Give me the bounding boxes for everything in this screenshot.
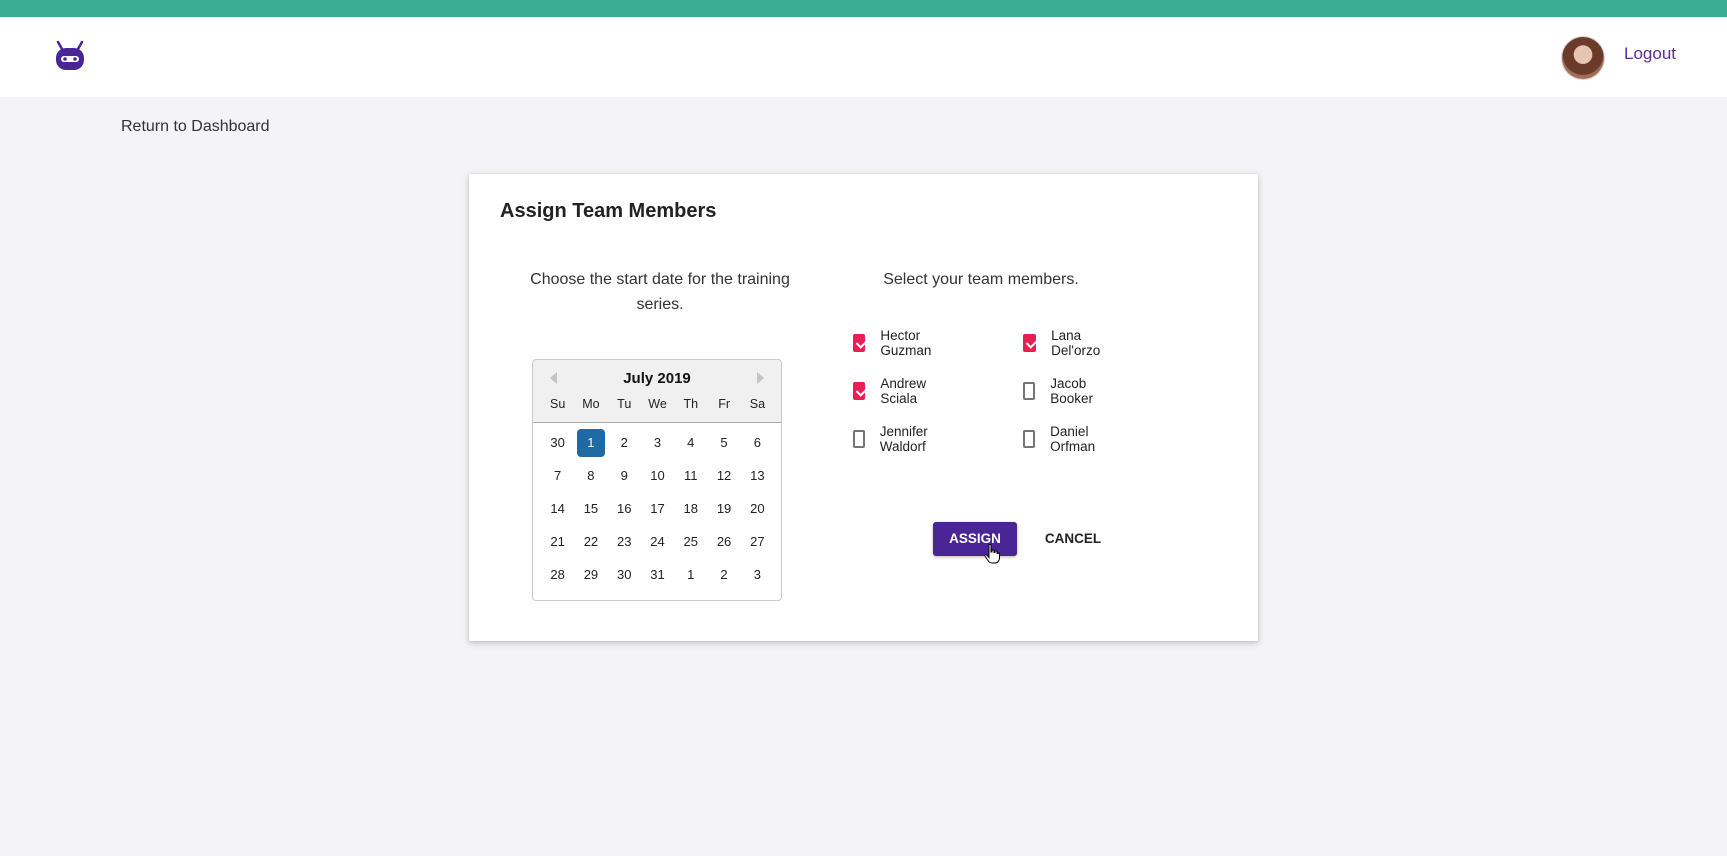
calendar-day[interactable]: 24 [643, 528, 671, 556]
calendar-day[interactable]: 18 [677, 495, 705, 523]
member-checkbox-row[interactable]: Andrew Sciala [853, 376, 932, 406]
weekday-label: Mo [582, 397, 600, 411]
calendar-day[interactable]: 28 [544, 561, 572, 589]
app-header: Logout [0, 17, 1727, 97]
calendar-month-label: July 2019 [623, 370, 691, 387]
member-checkbox-row[interactable]: Daniel Orfman [1023, 424, 1101, 454]
member-checkbox-row[interactable]: Lana Del'orzo [1023, 328, 1105, 358]
calendar-day[interactable]: 2 [610, 429, 638, 457]
calendar-week-row: 30 1 2 3 4 5 6 [541, 429, 774, 462]
weekday-label: Sa [749, 397, 766, 411]
members-instruction: Select your team members. [883, 271, 1079, 288]
calendar-day[interactable]: 4 [677, 429, 705, 457]
calendar-days-grid: 30 1 2 3 4 5 6 7 8 9 10 11 12 13 14 15 1… [541, 429, 774, 594]
user-avatar-icon[interactable] [1562, 37, 1604, 79]
return-to-dashboard-link[interactable]: Return to Dashboard [121, 118, 270, 136]
calendar-day[interactable]: 11 [677, 462, 705, 490]
member-name: Lana Del'orzo [1051, 328, 1101, 358]
top-accent-bar [0, 0, 1727, 17]
weekday-label: Fr [718, 397, 731, 411]
calendar-header: July 2019 Su Mo Tu We Th Fr Sa [533, 360, 781, 423]
calendar-day[interactable]: 15 [577, 495, 605, 523]
chevron-right-icon[interactable] [757, 372, 764, 384]
hand-pointer-cursor-icon [984, 544, 1000, 564]
calendar-day-selected[interactable]: 1 [576, 429, 605, 457]
calendar-day[interactable]: 13 [743, 462, 771, 490]
calendar-day[interactable]: 23 [610, 528, 638, 556]
member-checkbox-row[interactable]: Hector Guzman [853, 328, 937, 358]
calendar-day[interactable]: 30 [610, 561, 638, 589]
calendar-day[interactable]: 22 [577, 528, 605, 556]
member-checkbox-row[interactable]: Jennifer Waldorf [853, 424, 934, 454]
calendar-day[interactable]: 2 [710, 561, 738, 589]
cancel-button[interactable]: CANCEL [1035, 522, 1111, 556]
calendar-day[interactable]: 29 [577, 561, 605, 589]
weekday-label: Tu [617, 397, 632, 411]
weekday-label: We [648, 397, 667, 411]
member-checkbox-row[interactable]: Jacob Booker [1023, 376, 1099, 406]
robot-logo-icon[interactable] [50, 37, 90, 77]
logout-link[interactable]: Logout [1624, 44, 1676, 64]
checkbox-unchecked[interactable] [853, 430, 865, 448]
checkbox-unchecked[interactable] [1023, 382, 1036, 400]
calendar-day[interactable]: 3 [643, 429, 671, 457]
member-name: Jacob Booker [1050, 376, 1094, 406]
calendar-day[interactable]: 7 [544, 462, 572, 490]
calendar-week-row: 28 29 30 31 1 2 3 [541, 561, 774, 594]
calendar-day[interactable]: 30 [544, 429, 572, 457]
member-name: Andrew Sciala [880, 376, 927, 406]
member-name: Daniel Orfman [1050, 424, 1096, 454]
calendar-day[interactable]: 25 [677, 528, 705, 556]
calendar-day[interactable]: 10 [643, 462, 671, 490]
calendar-week-row: 14 15 16 17 18 19 20 [541, 495, 774, 528]
calendar-day[interactable]: 26 [710, 528, 738, 556]
calendar-day[interactable]: 9 [610, 462, 638, 490]
checkbox-checked[interactable] [853, 382, 866, 400]
calendar-day[interactable]: 14 [544, 495, 572, 523]
calendar-day[interactable]: 8 [577, 462, 605, 490]
calendar-day[interactable]: 12 [710, 462, 738, 490]
checkbox-checked[interactable] [853, 334, 866, 352]
calendar-day[interactable]: 1 [677, 561, 705, 589]
member-name: Jennifer Waldorf [879, 424, 928, 454]
assign-team-dialog: Assign Team Members Choose the start dat… [469, 174, 1258, 641]
assign-button[interactable]: ASSIGN [933, 522, 1017, 556]
date-instruction: Choose the start date for the training s… [530, 271, 790, 313]
calendar-week-row: 21 22 23 24 25 26 27 [541, 528, 774, 561]
calendar-day[interactable]: 17 [643, 495, 671, 523]
calendar-day[interactable]: 16 [610, 495, 638, 523]
weekday-headers: Su Mo Tu We Th Fr Sa [541, 397, 774, 411]
calendar-day[interactable]: 6 [743, 429, 771, 457]
calendar-week-row: 7 8 9 10 11 12 13 [541, 462, 774, 495]
calendar-day[interactable]: 3 [743, 561, 771, 589]
checkbox-unchecked[interactable] [1023, 430, 1036, 448]
weekday-label: Th [683, 397, 699, 411]
weekday-label: Su [550, 397, 566, 411]
calendar-day[interactable]: 5 [710, 429, 738, 457]
date-picker-calendar: July 2019 Su Mo Tu We Th Fr Sa 30 1 2 3 … [532, 359, 782, 601]
dialog-title: Assign Team Members [500, 200, 717, 222]
checkbox-checked[interactable] [1023, 334, 1037, 352]
calendar-day[interactable]: 20 [743, 495, 771, 523]
calendar-day[interactable]: 27 [743, 528, 771, 556]
member-name: Hector Guzman [880, 328, 932, 358]
calendar-day[interactable]: 21 [544, 528, 572, 556]
calendar-day[interactable]: 31 [643, 561, 671, 589]
calendar-day[interactable]: 19 [710, 495, 738, 523]
